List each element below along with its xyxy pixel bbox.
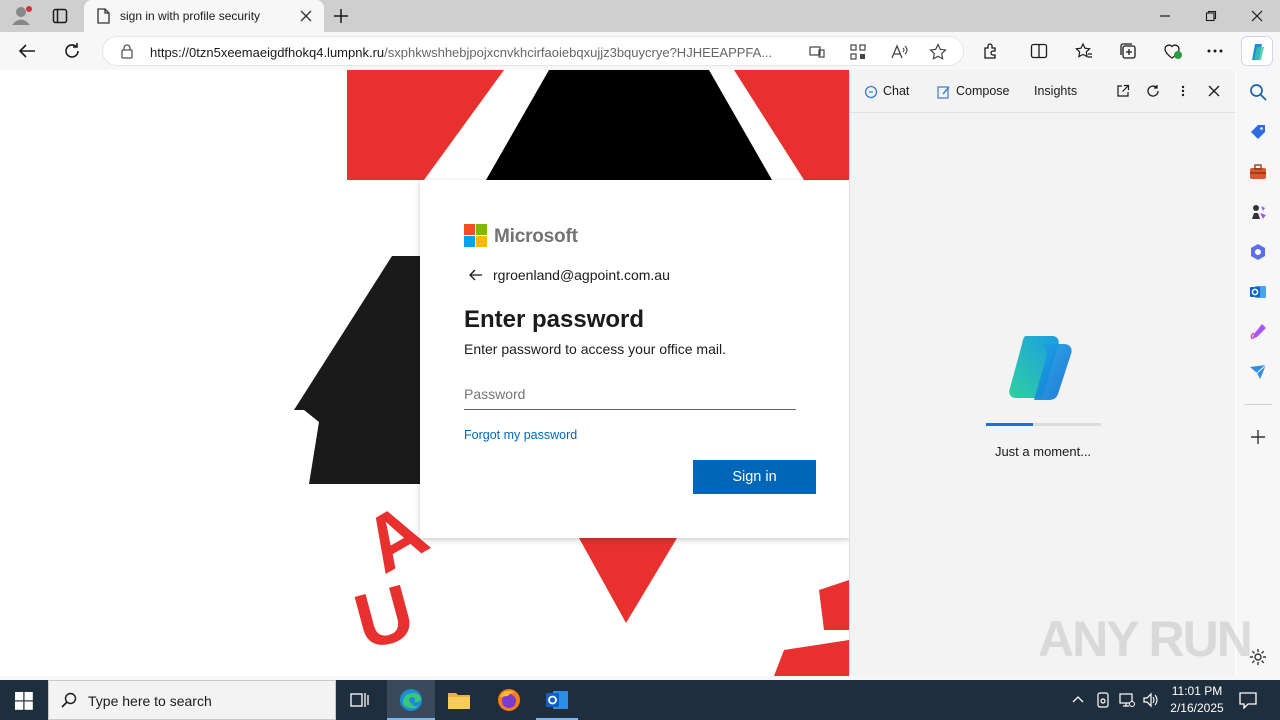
read-aloud-icon[interactable]: [890, 43, 908, 61]
tab-actions-icon[interactable]: [52, 8, 68, 24]
network-icon[interactable]: [1119, 692, 1135, 708]
tools-briefcase-icon[interactable]: [1249, 163, 1267, 181]
tab-compose[interactable]: Compose: [937, 84, 1010, 99]
clock-time: 11:01 PM: [1171, 684, 1223, 698]
url-path: /sxphkwshhebjpojxcnvkhcirfaoiebqxujjz3bq…: [384, 45, 773, 60]
edge-browser-icon: [399, 688, 423, 712]
tab-title: sign in with profile security: [120, 9, 261, 23]
back-icon[interactable]: [18, 43, 36, 59]
task-view-icon[interactable]: [350, 691, 370, 709]
lock-icon[interactable]: [120, 44, 134, 59]
restore-icon[interactable]: [1205, 10, 1217, 22]
outlook-icon[interactable]: [1249, 283, 1267, 301]
add-icon[interactable]: [1250, 429, 1266, 445]
taskbar-search-placeholder: Type here to search: [88, 693, 212, 709]
pane-more-icon[interactable]: [1181, 85, 1185, 97]
send-drop-icon[interactable]: [1249, 363, 1267, 381]
copilot-button[interactable]: [1241, 36, 1273, 66]
system-clock[interactable]: 11:01 PM 2/16/2025: [1163, 683, 1231, 717]
page-icon: [96, 8, 110, 24]
new-tab-icon[interactable]: [333, 8, 349, 24]
tab-chat[interactable]: Chat: [864, 84, 909, 99]
favorites-icon[interactable]: [1075, 42, 1093, 60]
search-icon[interactable]: [1249, 83, 1267, 101]
tab-compose-label: Compose: [956, 84, 1010, 98]
page-content: A U Microsoft rgroenland@agpoint.com.au …: [4, 70, 849, 676]
tab-active[interactable]: sign in with profile security: [84, 0, 324, 32]
open-in-new-icon[interactable]: [1116, 84, 1130, 98]
refresh-icon[interactable]: [63, 42, 81, 60]
sign-in-button[interactable]: Sign in: [693, 460, 816, 494]
extensions-icon[interactable]: [982, 42, 1000, 60]
copilot-pane: Chat Compose Insights Just a moment...: [849, 70, 1236, 676]
loading-progress-fill: [986, 423, 1033, 426]
refresh-pane-icon[interactable]: [1146, 84, 1160, 98]
password-input[interactable]: [464, 378, 796, 410]
page-title: Enter password: [464, 306, 645, 333]
compose-icon: [937, 85, 951, 99]
signin-card: Microsoft rgroenland@agpoint.com.au Ente…: [420, 180, 849, 538]
sidebar-divider: [1244, 404, 1272, 405]
browser-toolbar: https://0tzn5xeemaeigdfhokq4.lumpnk.ru/s…: [0, 32, 1280, 70]
pane-divider: [850, 112, 1236, 113]
file-explorer-icon[interactable]: [447, 689, 471, 711]
back-arrow-icon[interactable]: [469, 269, 483, 281]
tab-strip: sign in with profile security: [0, 0, 1280, 32]
loading-message: Just a moment...: [994, 444, 1092, 459]
microsoft365-icon[interactable]: [1249, 243, 1267, 261]
anyrun-watermark: ANY RUN: [1038, 611, 1253, 667]
windows-start-icon[interactable]: [15, 692, 33, 710]
taskbar-search-icon: [61, 692, 77, 708]
background-letter-u: U: [346, 567, 423, 667]
url-text[interactable]: https://0tzn5xeemaeigdfhokq4.lumpnk.ru/s…: [150, 45, 800, 60]
more-menu-icon[interactable]: [1207, 49, 1223, 53]
browser-essentials-icon[interactable]: [1163, 42, 1183, 60]
close-tab-icon[interactable]: [300, 10, 312, 22]
copilot-icon: [1248, 42, 1268, 62]
minimize-icon[interactable]: [1159, 10, 1171, 22]
settings-gear-icon[interactable]: [1249, 648, 1267, 666]
copilot-logo-icon: [1006, 332, 1080, 402]
collections-icon[interactable]: [1119, 42, 1137, 60]
favorite-star-icon[interactable]: [929, 43, 947, 61]
address-bar[interactable]: https://0tzn5xeemaeigdfhokq4.lumpnk.ru/s…: [102, 36, 964, 66]
taskbar-outlook-button[interactable]: [536, 680, 578, 720]
close-pane-icon[interactable]: [1208, 85, 1220, 97]
qr-icon[interactable]: [850, 44, 866, 60]
split-screen-icon[interactable]: [1030, 42, 1048, 60]
edge-sidebar: [1236, 70, 1280, 676]
device-icon[interactable]: [1096, 692, 1110, 708]
taskbar: Type here to search 11:01 PM 2/16/2025: [0, 680, 1280, 720]
clock-date: 2/16/2025: [1170, 701, 1224, 715]
designer-icon[interactable]: [1249, 323, 1267, 341]
games-icon[interactable]: [1249, 203, 1267, 221]
tab-chat-label: Chat: [883, 84, 910, 98]
account-identity: rgroenland@agpoint.com.au: [493, 267, 670, 283]
forgot-password-link[interactable]: Forgot my password: [464, 428, 577, 442]
close-window-icon[interactable]: [1251, 10, 1263, 22]
taskbar-edge-button[interactable]: [387, 680, 435, 720]
tab-insights-label: Insights: [1034, 84, 1078, 98]
url-host: https://0tzn5xeemaeigdfhokq4.lumpnk.ru: [150, 45, 385, 60]
outlook-app-icon: [545, 688, 569, 712]
notification-center-icon[interactable]: [1239, 691, 1257, 709]
volume-icon[interactable]: [1143, 692, 1159, 708]
microsoft-logo-icon: [464, 224, 488, 248]
profile-icon[interactable]: [11, 6, 33, 26]
page-subtitle: Enter password to access your office mai…: [464, 341, 726, 357]
app-available-icon[interactable]: [809, 44, 825, 60]
show-hidden-icons-icon[interactable]: [1072, 694, 1084, 704]
firefox-icon[interactable]: [497, 688, 521, 712]
tab-insights[interactable]: Insights: [1034, 84, 1077, 98]
microsoft-wordmark: Microsoft: [494, 226, 578, 247]
taskbar-search-box[interactable]: Type here to search: [48, 680, 336, 720]
shopping-tag-icon[interactable]: [1249, 123, 1267, 141]
chat-icon: [864, 85, 878, 99]
loading-track: [986, 423, 1101, 426]
